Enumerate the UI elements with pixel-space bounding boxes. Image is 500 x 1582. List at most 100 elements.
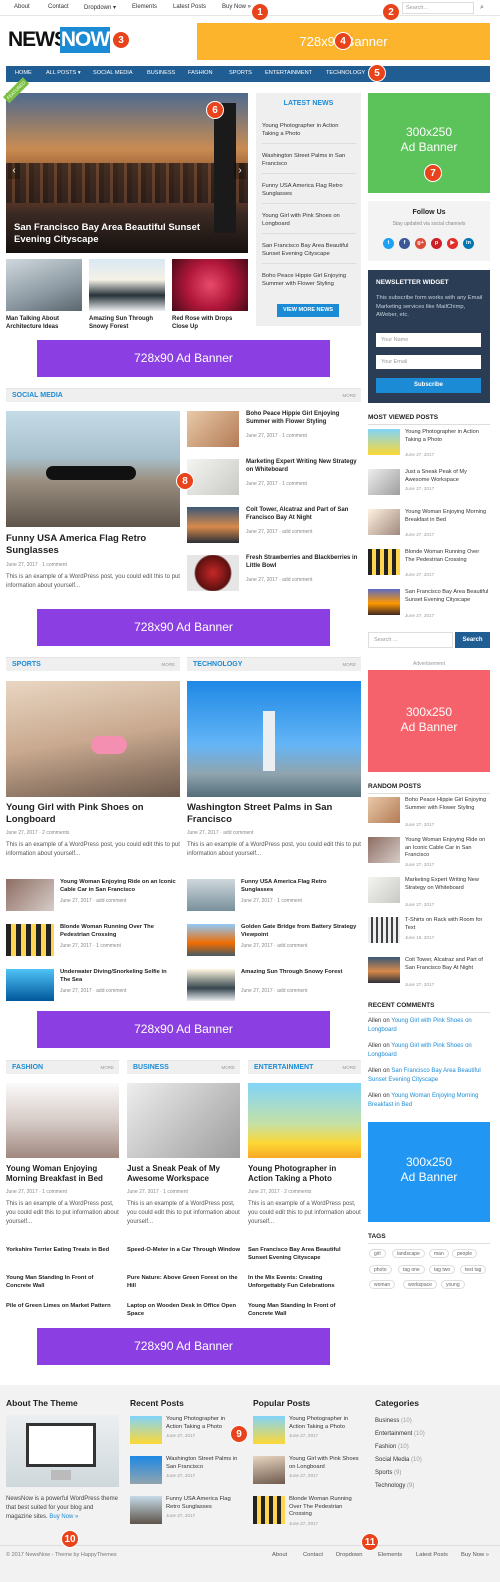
- palms-image[interactable]: [187, 681, 361, 797]
- nav-technology[interactable]: TECHNOLOGY: [326, 70, 365, 76]
- google-plus-icon[interactable]: g+: [415, 238, 426, 249]
- footer-post-title[interactable]: Young Photographer in Action Taking a Ph…: [289, 1416, 365, 1431]
- thumb-caption[interactable]: Man Talking About Architecture Ideas: [6, 315, 84, 331]
- sidebar-post-title[interactable]: Young Woman Enjoying Morning Breakfast i…: [405, 509, 490, 524]
- tag[interactable]: woman: [369, 1280, 396, 1289]
- sidebar-post-title[interactable]: Boho Peace Hippie Girl Enjoying Summer w…: [405, 797, 490, 812]
- footer-thumb-image[interactable]: [253, 1456, 285, 1484]
- post-title[interactable]: Funny USA America Flag Retro Sunglasses: [241, 879, 359, 894]
- category-item[interactable]: Sports (9): [375, 1470, 401, 1476]
- footer-nav-latest-posts[interactable]: Latest Posts: [416, 1552, 448, 1558]
- footer-nav-buy-now[interactable]: Buy Now »: [461, 1552, 489, 1558]
- more-link[interactable]: MORE: [162, 662, 176, 667]
- footer-post-title[interactable]: Blonde Woman Running Over The Pedestrian…: [289, 1496, 365, 1519]
- photographer-image[interactable]: [248, 1083, 361, 1158]
- post-title[interactable]: Speed-O-Meter in a Car Through Window: [127, 1247, 240, 1255]
- post-thumb-image[interactable]: [187, 459, 239, 495]
- latest-item[interactable]: Young Girl with Pink Shoes on Longboard: [262, 212, 356, 228]
- tag[interactable]: workspace: [403, 1280, 437, 1289]
- sidebar-thumb-image[interactable]: [368, 837, 400, 863]
- thumb-caption[interactable]: Red Rose with Drops Close Up: [172, 315, 250, 331]
- post-title[interactable]: Young Man Standing In Front of Concrete …: [248, 1303, 361, 1318]
- section-title[interactable]: FASHION: [12, 1064, 43, 1071]
- sidebar-thumb-image[interactable]: [368, 549, 400, 575]
- breakfast-image[interactable]: [6, 1083, 119, 1158]
- more-link[interactable]: MORE: [343, 393, 357, 398]
- subscribe-button[interactable]: Subscribe: [376, 378, 481, 393]
- nav-fashion[interactable]: FASHION: [188, 70, 213, 76]
- sidebar-thumb-image[interactable]: [368, 429, 400, 455]
- slider-next-icon[interactable]: ›: [234, 163, 246, 179]
- post-thumb-image[interactable]: [6, 879, 54, 911]
- sidebar-post-title[interactable]: Marketing Expert Writing New Strategy on…: [405, 877, 490, 892]
- footer-thumb-image[interactable]: [253, 1416, 285, 1444]
- post-thumb-image[interactable]: [187, 879, 235, 911]
- post-title[interactable]: In the Mix Events: Creating Unforgettabl…: [248, 1275, 361, 1290]
- tag[interactable]: man: [429, 1249, 449, 1258]
- sidebar-thumb-image[interactable]: [368, 957, 400, 983]
- post-title[interactable]: Blonde Woman Running Over The Pedestrian…: [60, 924, 178, 939]
- ad-banner-728[interactable]: 728x90 Ad Banner: [37, 340, 330, 377]
- sidebar-thumb-image[interactable]: [368, 797, 400, 823]
- post-title[interactable]: Young Photographer in Action Taking a Ph…: [248, 1164, 361, 1184]
- post-title[interactable]: Marketing Expert Writing New Strategy on…: [246, 459, 358, 474]
- nav-all-posts[interactable]: ALL POSTS ▾: [46, 70, 81, 76]
- section-title[interactable]: BUSINESS: [133, 1064, 169, 1071]
- more-link[interactable]: MORE: [343, 662, 357, 667]
- slide-title[interactable]: San Francisco Bay Area Beautiful Sunset …: [14, 222, 224, 246]
- footer-post-title[interactable]: Funny USA America Flag Retro Sunglasses: [166, 1496, 242, 1511]
- logo-news[interactable]: NEWS: [8, 28, 68, 52]
- post-title[interactable]: Young Man Standing In Front of Concrete …: [6, 1275, 119, 1290]
- section-title[interactable]: ENTERTAINMENT: [254, 1064, 313, 1071]
- thumb-architecture-image[interactable]: [6, 259, 82, 311]
- footer-thumb-image[interactable]: [253, 1496, 285, 1524]
- search-icon[interactable]: ⌕: [476, 2, 488, 14]
- thumb-caption[interactable]: Amazing Sun Through Snowy Forest: [89, 315, 167, 331]
- nav-home[interactable]: HOME: [15, 70, 32, 76]
- facebook-icon[interactable]: f: [399, 238, 410, 249]
- sidebar-thumb-image[interactable]: [368, 917, 400, 943]
- sidebar-post-title[interactable]: Just a Sneak Peak of My Awesome Workspac…: [405, 469, 490, 484]
- nav-business[interactable]: BUSINESS: [147, 70, 175, 76]
- footer-thumb-image[interactable]: [130, 1496, 162, 1524]
- tag[interactable]: photo: [369, 1265, 392, 1274]
- section-title[interactable]: SOCIAL MEDIA: [12, 392, 63, 399]
- tag[interactable]: tag two: [429, 1265, 456, 1274]
- post-title[interactable]: Young Woman Enjoying Ride on an Iconic C…: [60, 879, 178, 894]
- footer-nav-elements[interactable]: Elements: [378, 1552, 402, 1558]
- footer-nav-contact[interactable]: Contact: [303, 1552, 323, 1558]
- topnav-dropdown[interactable]: Dropdown ▾: [84, 4, 116, 11]
- footer-thumb-image[interactable]: [130, 1416, 162, 1444]
- pinterest-icon[interactable]: p: [431, 238, 442, 249]
- post-thumb-image[interactable]: [187, 411, 239, 447]
- workspace-image[interactable]: [127, 1083, 240, 1158]
- more-link[interactable]: MORE: [101, 1065, 115, 1070]
- newsletter-email-input[interactable]: Your Email: [376, 355, 481, 369]
- sidebar-post-title[interactable]: Blonde Woman Running Over The Pedestrian…: [405, 549, 490, 564]
- latest-item[interactable]: Boho Peace Hippie Girl Enjoying Summer w…: [262, 272, 356, 288]
- topnav-latest-posts[interactable]: Latest Posts: [173, 4, 206, 10]
- sidebar-post-title[interactable]: Young Photographer in Action Taking a Ph…: [405, 429, 490, 444]
- topnav-about[interactable]: About: [14, 4, 30, 10]
- more-link[interactable]: MORE: [222, 1065, 236, 1070]
- top-search-input[interactable]: Search...: [402, 2, 474, 14]
- thumb-forest-image[interactable]: [89, 259, 165, 311]
- logo-now[interactable]: NOW: [60, 27, 110, 53]
- sidebar-ad-blue[interactable]: 300x250 Ad Banner: [368, 1122, 490, 1222]
- theme-preview-image[interactable]: [6, 1415, 119, 1487]
- post-title[interactable]: Pile of Green Limes on Market Pattern: [6, 1303, 119, 1311]
- sidebar-post-title[interactable]: T-Shirts on Rack with Room for Text: [405, 917, 490, 932]
- sunglasses-image[interactable]: [6, 411, 180, 527]
- post-title[interactable]: Young Girl with Pink Shoes on Longboard: [6, 802, 180, 826]
- post-title[interactable]: Amazing Sun Through Snowy Forest: [241, 969, 359, 977]
- post-title[interactable]: Fresh Strawberries and Blackberries in L…: [246, 555, 358, 570]
- post-title[interactable]: Golden Gate Bridge from Battery Strategy…: [241, 924, 359, 939]
- thumb-rose-image[interactable]: [172, 259, 248, 311]
- sidebar-post-title[interactable]: San Francisco Bay Area Beautiful Sunset …: [405, 589, 490, 604]
- twitter-icon[interactable]: t: [383, 238, 394, 249]
- slider-prev-icon[interactable]: ‹: [8, 163, 20, 179]
- category-item[interactable]: Business (10): [375, 1418, 412, 1424]
- post-title[interactable]: Just a Sneak Peak of My Awesome Workspac…: [127, 1164, 240, 1184]
- sidebar-search-button[interactable]: Search: [455, 632, 490, 648]
- tag[interactable]: landscape: [392, 1249, 425, 1258]
